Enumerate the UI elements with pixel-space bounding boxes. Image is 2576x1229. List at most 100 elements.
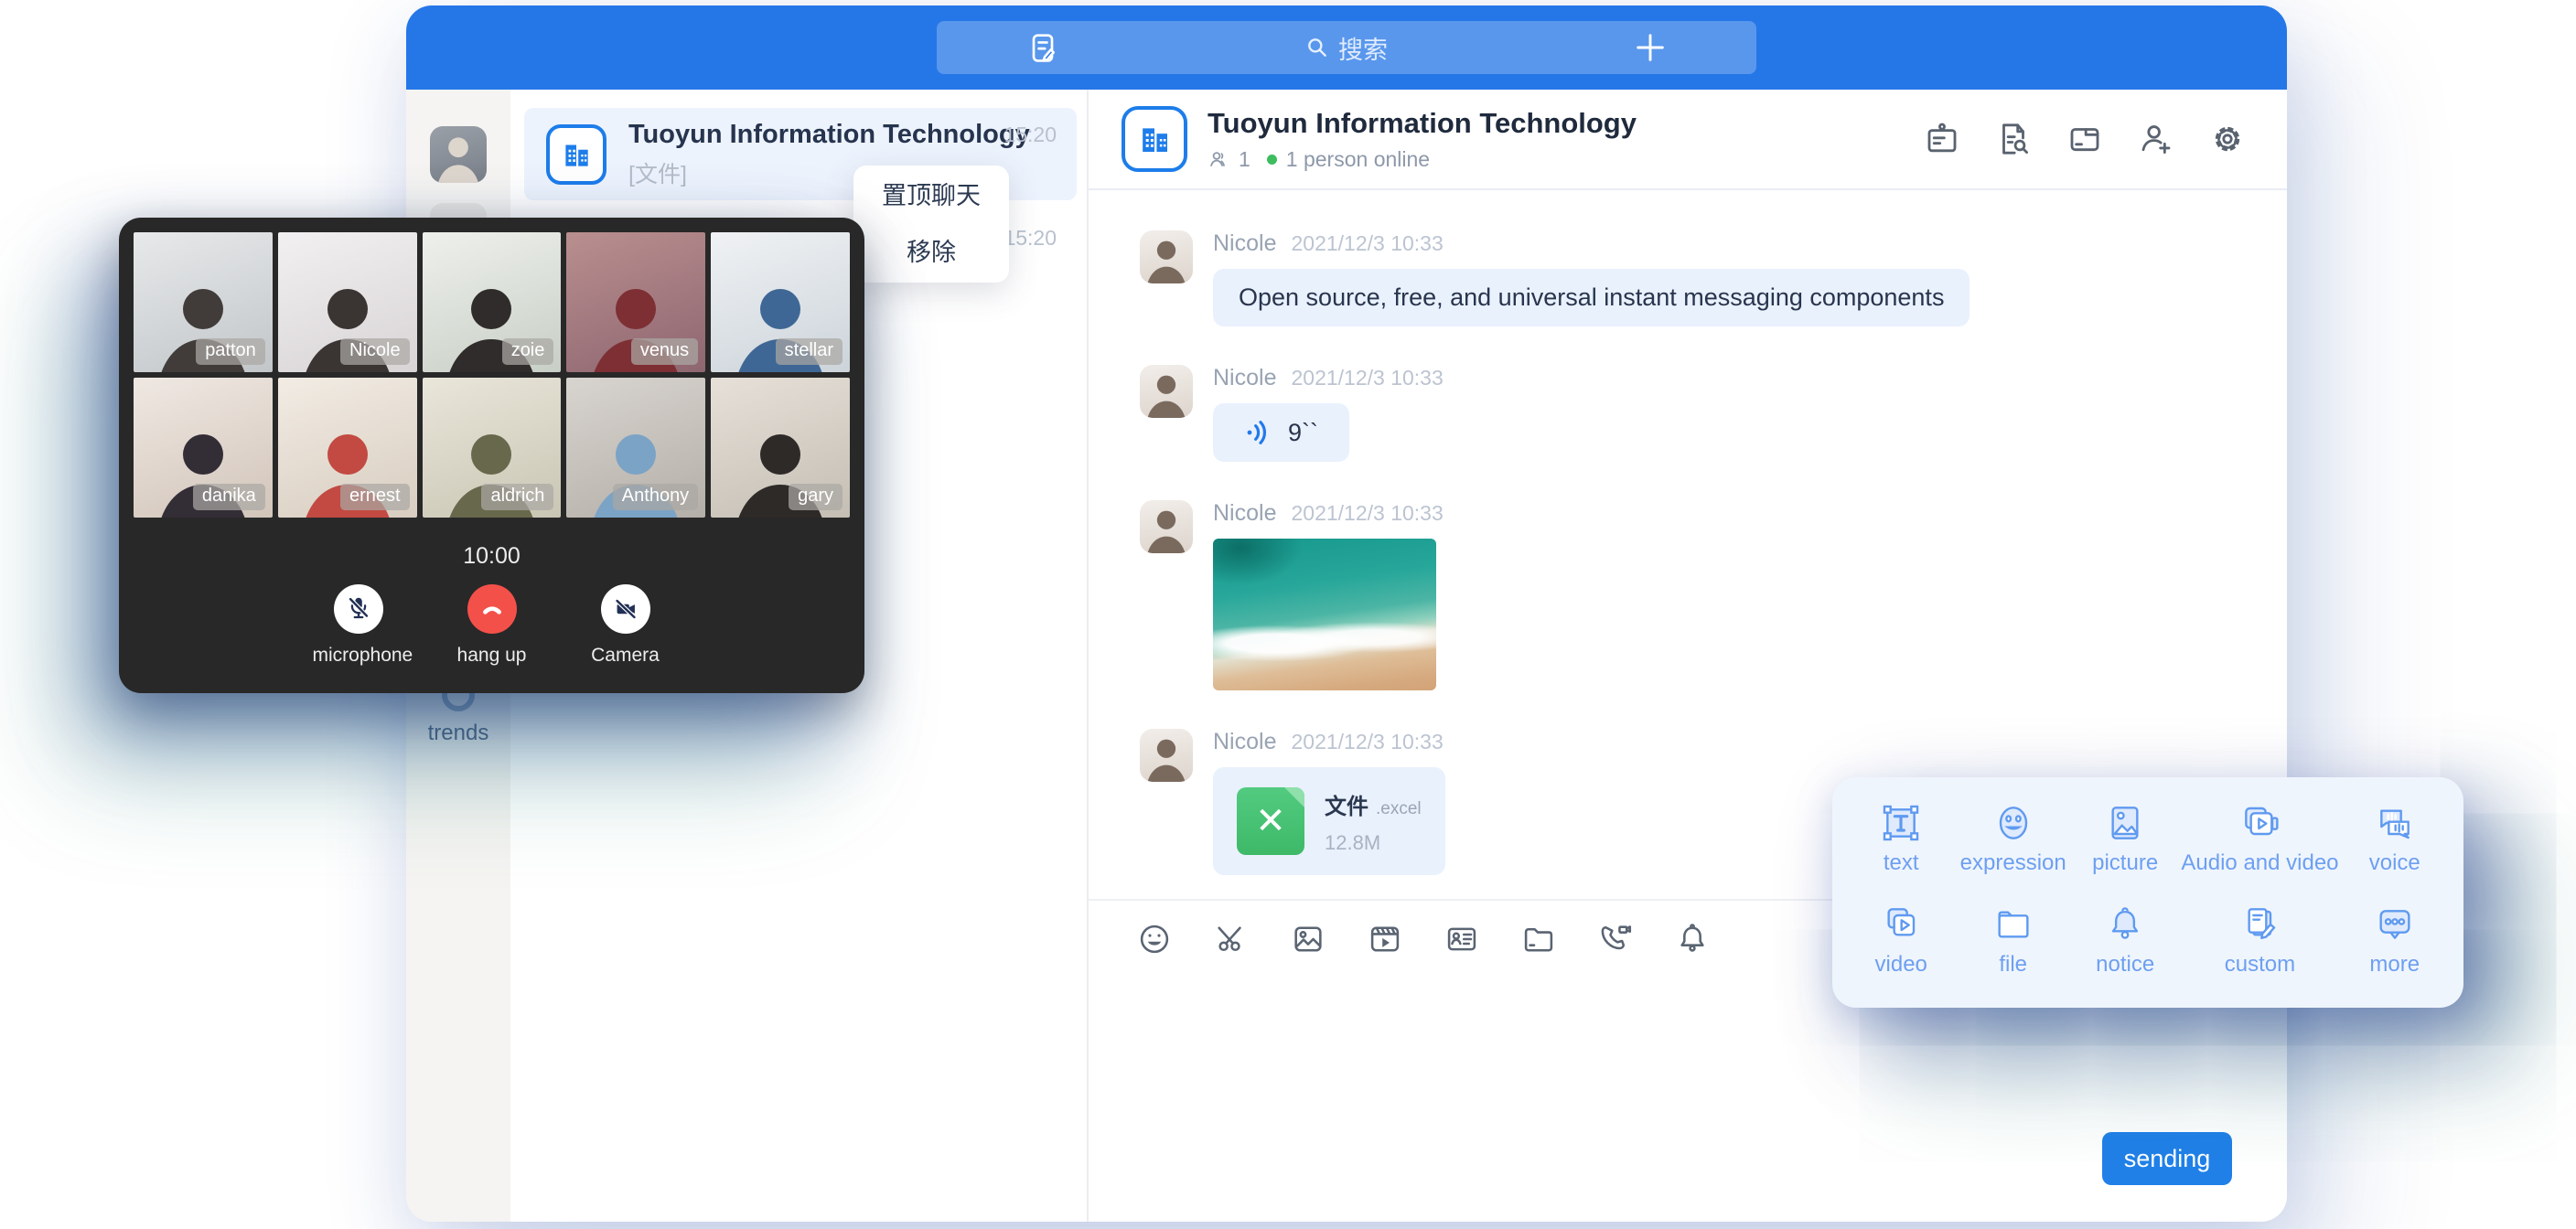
settings-button[interactable] [2208,120,2247,158]
participant-name-badge: zoie [502,338,554,365]
feature-file[interactable]: file [1957,903,2068,991]
sender-name: Nicole [1213,365,1276,391]
send-button[interactable]: sending [2102,1132,2232,1185]
message-input-area[interactable]: sending [1089,978,2287,1222]
camera-toggle-button[interactable]: Camera [580,584,671,667]
sender-avatar[interactable] [1140,500,1193,553]
call-participant-tile: danika [134,378,273,518]
sender-avatar[interactable] [1140,729,1193,782]
feature-notice[interactable]: notice [2069,903,2181,991]
sender-avatar[interactable] [1140,365,1193,418]
chat-group-avatar [1122,106,1187,172]
voice-message-bubble[interactable]: 9`` [1213,403,1349,462]
message-time: 2021/12/3 10:33 [1291,231,1443,256]
menu-item-remove[interactable]: 移除 [853,226,1009,279]
feature-label: picture [2069,850,2181,876]
feature-expression[interactable]: expression [1957,801,2068,890]
emoji-button[interactable] [1136,921,1173,957]
image-message-beach[interactable] [1213,539,1436,690]
voice-tool-icon [2373,801,2417,845]
feature-picture[interactable]: picture [2069,801,2181,890]
file-name: 文件 [1325,795,1368,819]
video-call-button[interactable] [1597,921,1634,957]
video-call-panel: pattonNicolezoievenusstellardanikaernest… [119,218,864,693]
call-participant-tile: ernest [278,378,417,518]
feature-more[interactable]: more [2339,903,2451,991]
sender-name: Nicole [1213,230,1276,257]
new-note-button[interactable] [1025,29,1061,66]
feature-label: text [1845,850,1957,876]
feature-video[interactable]: video [1845,903,1957,991]
notification-button[interactable] [1674,921,1711,957]
menu-item-pin-chat[interactable]: 置顶聊天 [853,169,1009,222]
call-participant-tile: Nicole [278,232,417,372]
video-button[interactable] [1367,921,1403,957]
camera-label: Camera [580,645,671,667]
building-icon [1135,120,1174,158]
participant-name-badge: stellar [776,338,843,365]
online-status: 1 person online [1286,147,1430,172]
gear-icon [2208,120,2247,158]
camera-muted-icon [601,584,650,634]
note-edit-icon [1025,29,1061,66]
group-file-button[interactable] [2066,120,2104,158]
message-time: 2021/12/3 10:33 [1291,366,1443,390]
my-avatar[interactable] [430,126,487,183]
sender-name: Nicole [1213,500,1276,527]
plus-icon [1632,29,1669,66]
microphone-toggle-button[interactable]: microphone [313,584,404,667]
audio-video-tool-icon [2238,801,2281,845]
call-participant-tile: patton [134,232,273,372]
sender-avatar[interactable] [1140,230,1193,283]
chat-history-search-button[interactable] [1994,120,2033,158]
chat-header: Tuoyun Information Technology 1 1 person… [1089,90,2287,190]
group-notice-button[interactable] [1923,120,1961,158]
members-icon [1208,148,1229,170]
feature-label: file [1957,952,2068,978]
building-icon [559,137,594,172]
feature-text[interactable]: text [1845,801,1957,890]
contact-card-button[interactable] [1444,921,1480,957]
file-message-card[interactable]: ✕ 文件 .excel 12.8M [1213,767,1445,875]
message-group: Nicole 2021/12/3 10:33 [1140,500,2236,690]
feature-voice[interactable]: voice [2339,801,2451,890]
video-tool-icon [1879,903,1923,946]
sender-name: Nicole [1213,729,1276,755]
microphone-muted-icon [334,584,383,634]
hang-up-icon [467,584,517,634]
screenshot-button[interactable] [1213,921,1250,957]
feature-label: more [2339,952,2451,978]
file-icon [2066,120,2104,158]
feature-label: custom [2181,952,2338,978]
excel-x-mark: ✕ [1255,803,1286,839]
search-input[interactable]: 搜索 [1305,30,1388,66]
hang-up-button[interactable]: hang up [446,584,538,667]
person-silhouette-icon [1140,729,1193,782]
text-message-bubble[interactable]: Open source, free, and universal instant… [1213,269,1970,326]
feature-label: Audio and video [2181,850,2338,876]
chat-subtitle: 1 1 person online [1208,147,1637,172]
message-time: 2021/12/3 10:33 [1291,730,1443,754]
message-time: 2021/12/3 10:33 [1291,501,1443,526]
file-extension: .excel [1376,799,1422,818]
picture-button[interactable] [1290,921,1326,957]
person-silhouette-icon [430,126,487,183]
feature-custom[interactable]: custom [2181,903,2338,991]
group-avatar-box [546,124,606,185]
feature-audio-video[interactable]: Audio and video [2181,801,2338,890]
chat-panel: Tuoyun Information Technology 1 1 person… [1089,90,2287,1222]
file-tool-icon [1991,903,2035,946]
file-size: 12.8M [1325,831,1422,855]
search-icon [1305,36,1329,59]
feature-panel: text expression picture Audio and video [1832,777,2463,1008]
voice-wave-icon [1244,418,1273,447]
bell-icon [1674,921,1711,957]
add-button[interactable] [1632,29,1669,66]
add-member-button[interactable] [2137,120,2175,158]
person-silhouette-icon [1140,365,1193,418]
search-bar[interactable]: 搜索 [937,21,1756,74]
feature-label: video [1845,952,1957,978]
folder-button[interactable] [1520,921,1557,957]
participant-name-badge: aldrich [481,484,553,510]
board-icon [1923,120,1961,158]
